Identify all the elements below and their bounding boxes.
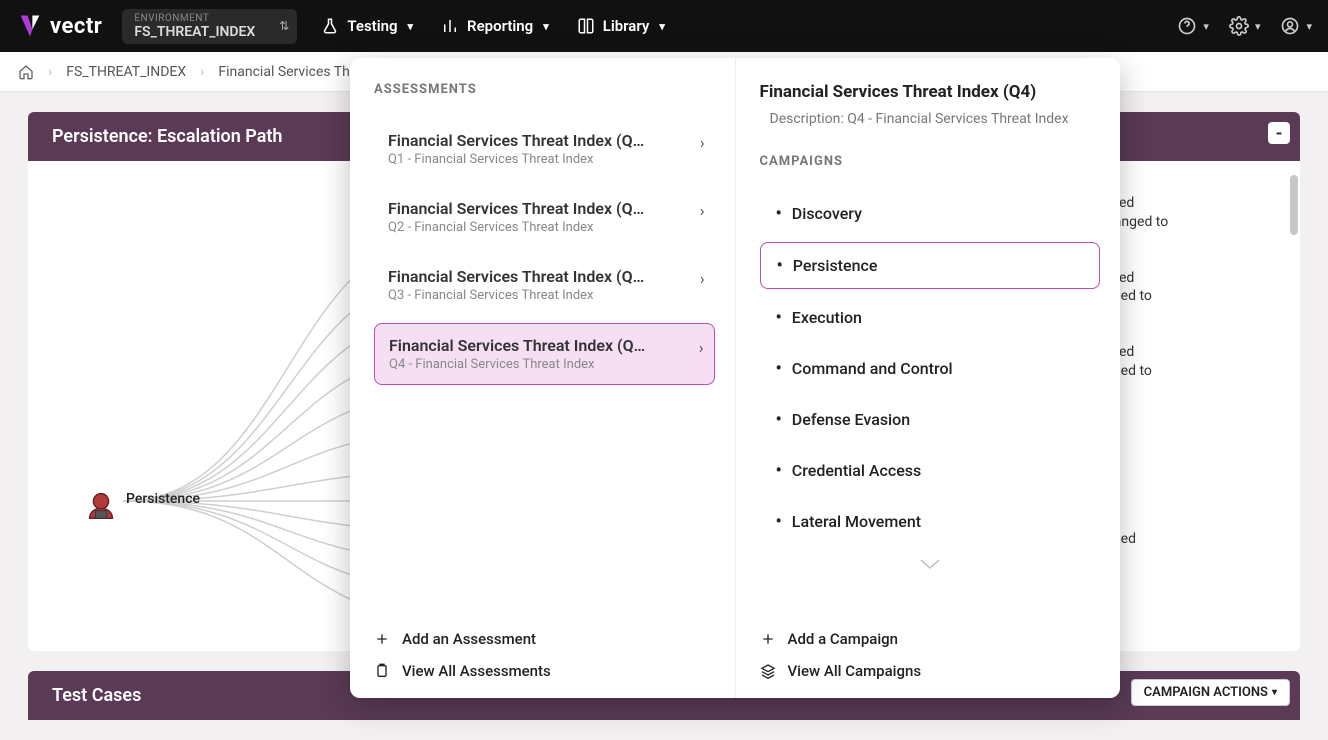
campaign-item-command-and-control[interactable]: Command and Control xyxy=(760,346,1101,391)
nav-right: ▾ ▾ ▾ xyxy=(1177,16,1312,36)
chevron-down-icon: ▾ xyxy=(543,20,549,33)
chevron-down-icon: ▾ xyxy=(1306,20,1312,33)
campaign-item-persistence[interactable]: Persistence xyxy=(760,242,1101,289)
nav-item-label: Library xyxy=(603,17,650,35)
brand-text: vectr xyxy=(50,14,102,39)
assessment-item-q2[interactable]: Financial Services Threat Index (Q… Q2 -… xyxy=(374,187,715,247)
nav-items: Testing ▾ Reporting ▾ Library ▾ xyxy=(321,17,665,35)
caret-down-icon: ▾ xyxy=(1272,687,1277,698)
scrollbar[interactable] xyxy=(1290,175,1298,235)
campaign-actions-button[interactable]: CAMPAIGN ACTIONS ▾ xyxy=(1131,679,1290,706)
assessment-detail-title: Financial Services Threat Index (Q4) xyxy=(760,82,1101,102)
assessments-actions: Add an Assessment View All Assessments xyxy=(374,614,715,680)
assessment-item-q1[interactable]: Financial Services Threat Index (Q… Q1 -… xyxy=(374,119,715,179)
assessment-detail-description: Description: Q4 - Financial Services Thr… xyxy=(760,110,1101,130)
user-menu[interactable]: ▾ xyxy=(1280,16,1312,36)
panel-title: Persistence: Escalation Path xyxy=(52,126,282,147)
barchart-icon xyxy=(441,17,459,35)
persistence-node-icon[interactable] xyxy=(82,486,120,528)
view-all-assessments-link[interactable]: View All Assessments xyxy=(374,662,715,680)
assessments-heading: ASSESSMENTS xyxy=(374,82,715,97)
chevron-down-icon: ▾ xyxy=(408,20,414,33)
chevron-right-icon: › xyxy=(700,133,705,152)
brand-glyph-icon xyxy=(16,12,44,40)
campaigns-list: Discovery Persistence Execution Command … xyxy=(760,191,1101,575)
campaign-item-discovery[interactable]: Discovery xyxy=(760,191,1101,236)
flask-icon xyxy=(321,17,339,35)
nav-item-testing[interactable]: Testing ▾ xyxy=(321,17,413,35)
nav-item-label: Testing xyxy=(347,17,397,35)
assessments-column: ASSESSMENTS Financial Services Threat In… xyxy=(350,58,736,698)
user-icon xyxy=(1280,16,1300,36)
book-icon xyxy=(577,17,595,35)
breadcrumb-sep: › xyxy=(200,64,204,80)
chevron-down-icon: ▾ xyxy=(659,20,665,33)
campaign-item-lateral-movement[interactable]: Lateral Movement xyxy=(760,499,1101,544)
testcases-title: Test Cases xyxy=(52,685,141,706)
environment-label: ENVIRONMENT xyxy=(134,13,285,24)
persistence-node-label: Persistence xyxy=(126,491,200,507)
assessment-item-q4[interactable]: Financial Services Threat Index (Q… Q4 -… xyxy=(374,323,715,385)
breadcrumb-sep: › xyxy=(48,64,52,80)
help-menu[interactable]: ▾ xyxy=(1177,16,1209,36)
chevron-right-icon: › xyxy=(700,201,705,220)
chevron-down-icon: ▾ xyxy=(1203,20,1209,33)
help-icon xyxy=(1177,16,1197,36)
scroll-down-hint-icon[interactable] xyxy=(760,556,1101,575)
campaign-item-execution[interactable]: Execution xyxy=(760,295,1101,340)
breadcrumb-item[interactable]: FS_THREAT_INDEX xyxy=(66,64,186,80)
gear-icon xyxy=(1229,16,1249,36)
chevron-right-icon: › xyxy=(699,338,704,357)
add-campaign-link[interactable]: Add a Campaign xyxy=(760,630,1101,648)
add-assessment-link[interactable]: Add an Assessment xyxy=(374,630,715,648)
top-nav: vectr ENVIRONMENT FS_THREAT_INDEX ⇅ Test… xyxy=(0,0,1328,52)
clipboard-icon xyxy=(374,663,390,679)
brand-logo[interactable]: vectr xyxy=(16,12,102,40)
chevron-down-icon: ▾ xyxy=(1255,20,1261,33)
campaigns-heading: CAMPAIGNS xyxy=(760,154,1101,169)
layers-icon xyxy=(760,663,776,679)
campaigns-column: Financial Services Threat Index (Q4) Des… xyxy=(736,58,1121,698)
campaigns-actions: Add a Campaign View All Campaigns xyxy=(760,614,1101,680)
chevron-right-icon: › xyxy=(700,269,705,288)
assessments-campaigns-popover: ASSESSMENTS Financial Services Threat In… xyxy=(350,58,1120,698)
assessment-item-q3[interactable]: Financial Services Threat Index (Q… Q3 -… xyxy=(374,255,715,315)
plus-icon xyxy=(374,631,390,647)
plus-icon xyxy=(760,631,776,647)
settings-menu[interactable]: ▾ xyxy=(1229,16,1261,36)
home-icon[interactable] xyxy=(18,64,34,80)
environment-selector[interactable]: ENVIRONMENT FS_THREAT_INDEX ⇅ xyxy=(122,9,297,44)
assessments-list: Financial Services Threat Index (Q… Q1 -… xyxy=(374,119,715,385)
collapse-button[interactable]: - xyxy=(1268,122,1290,144)
nav-item-reporting[interactable]: Reporting ▾ xyxy=(441,17,549,35)
environment-name: FS_THREAT_INDEX xyxy=(134,24,285,40)
nav-item-library[interactable]: Library ▾ xyxy=(577,17,665,35)
updown-icon: ⇅ xyxy=(279,19,289,33)
view-all-campaigns-link[interactable]: View All Campaigns xyxy=(760,662,1101,680)
campaign-item-defense-evasion[interactable]: Defense Evasion xyxy=(760,397,1101,442)
nav-item-label: Reporting xyxy=(467,17,533,35)
campaign-item-credential-access[interactable]: Credential Access xyxy=(760,448,1101,493)
